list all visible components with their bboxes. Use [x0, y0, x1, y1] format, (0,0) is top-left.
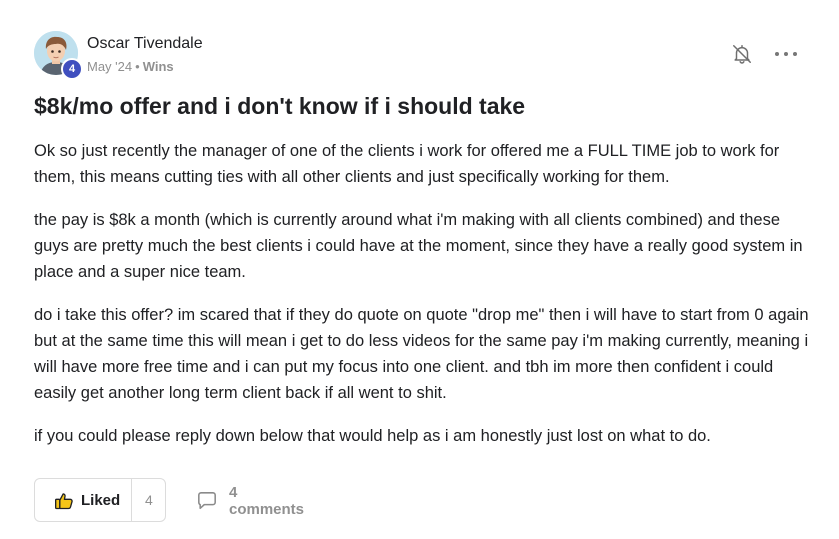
comments-button[interactable]: 4 comments — [196, 484, 304, 518]
comment-icon — [196, 491, 218, 511]
post-title: $8k/mo offer and i don't know if i shoul… — [34, 93, 526, 119]
like-count[interactable]: 4 — [145, 492, 153, 508]
more-dot — [775, 52, 779, 56]
post-date: May '24 — [87, 59, 133, 74]
post-header: 4 Oscar Tivendale May '24 • Wins — [34, 31, 809, 81]
more-dot — [784, 52, 788, 56]
post-category[interactable]: Wins — [143, 59, 174, 74]
like-divider — [131, 479, 132, 521]
more-icon[interactable] — [775, 44, 797, 64]
like-button[interactable]: Liked 4 — [34, 478, 166, 522]
post-paragraph: the pay is $8k a month (which is current… — [34, 211, 803, 281]
bell-off-icon[interactable] — [731, 43, 753, 65]
thumbs-up-icon — [54, 491, 74, 511]
post-paragraph: Ok so just recently the manager of one o… — [34, 142, 780, 186]
like-label: Liked — [81, 492, 121, 509]
author-name[interactable]: Oscar Tivendale — [87, 35, 203, 53]
comments-label: 4 comments — [229, 484, 305, 518]
meta-separator: • — [135, 59, 140, 74]
more-dot — [793, 52, 797, 56]
post-meta: May '24 • Wins — [87, 59, 174, 74]
post-card: 4 Oscar Tivendale May '24 • Wins $8k/mo of… — [0, 0, 839, 539]
post-paragraph: if you could please reply down below tha… — [34, 427, 711, 445]
post-paragraph: do i take this offer? im scared that if … — [34, 306, 809, 402]
level-badge: 4 — [61, 58, 83, 80]
post-body: Ok so just recently the manager of one o… — [34, 138, 809, 466]
